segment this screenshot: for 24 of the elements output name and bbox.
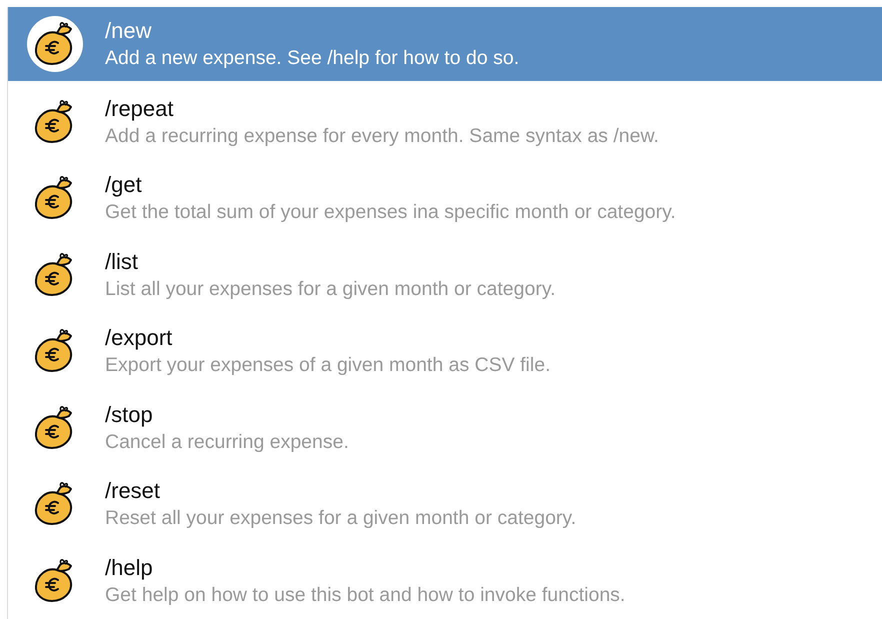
- command-item[interactable]: /repeat Add a recurring expense for every month. Same syntax as /new.: [8, 84, 882, 160]
- command-description: List all your expenses for a given month or category.: [105, 276, 556, 302]
- command-name: /list: [105, 248, 139, 276]
- command-name: /reset: [105, 477, 162, 506]
- command-description: Add a recurring expense for every month. Same syntax as /new.: [105, 124, 659, 149]
- command-name: /repeat: [105, 94, 174, 123]
- command-item[interactable]: /reset Reset all your expenses for a given month or category.: [8, 466, 882, 542]
- command-description: Reset all your expenses for a given month or category.: [105, 506, 576, 532]
- command-name: /stop: [105, 400, 154, 429]
- command-item[interactable]: /export Export your expenses of a given month as CSV file.: [8, 313, 882, 390]
- command-name: /help: [105, 554, 154, 582]
- command-name: /get: [105, 171, 143, 200]
- command-name: /export: [105, 324, 174, 352]
- command-item[interactable]: /get Get the total sum of your expenses ina specific month or category.: [8, 160, 882, 236]
- command-description: Get help on how to use this bot and how to invoke functions.: [105, 582, 626, 608]
- command-description: Get the total sum of your expenses ina specific month or category.: [105, 200, 676, 226]
- command-item[interactable]: /help Get help on how to use this bot and how to invoke functions.: [8, 542, 882, 619]
- command-description: Export your expenses of a given month as CSV file.: [105, 353, 550, 378]
- command-name: /new: [105, 17, 152, 45]
- money-bag-icon: [27, 16, 83, 72]
- command-description: Add a new expense. See /help for how to do so.: [105, 46, 520, 71]
- command-item[interactable]: /list List all your expenses for a given month or category.: [8, 236, 882, 313]
- command-description: Cancel a recurring expense.: [105, 430, 349, 455]
- command-item[interactable]: /stop Cancel a recurring expense.: [8, 390, 882, 466]
